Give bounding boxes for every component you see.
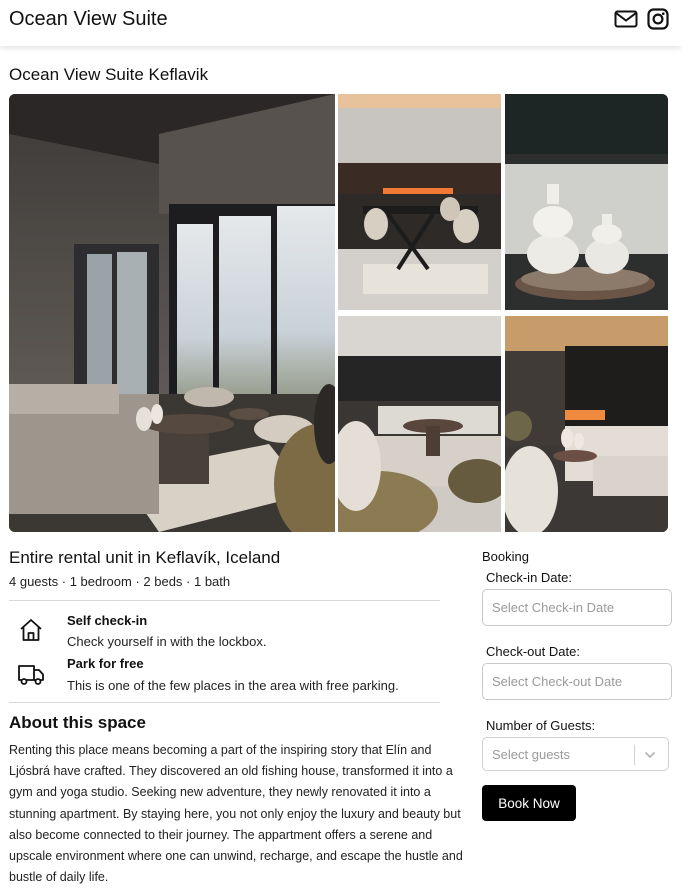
select-separator: [634, 745, 635, 765]
booking-heading: Booking: [482, 549, 529, 564]
unit-summary: 4 guests · 1 bedroom · 2 beds · 1 bath: [9, 574, 231, 589]
social-links: [614, 8, 669, 30]
guests-label: Number of Guests:: [486, 718, 596, 733]
brand-title[interactable]: Ocean View Suite: [9, 8, 168, 31]
lounge-area-photo[interactable]: [505, 316, 668, 532]
checkout-date-input[interactable]: [482, 663, 672, 700]
photo-gallery: [9, 94, 668, 532]
unit-title: Entire rental unit in Keflavík, Iceland: [9, 548, 281, 567]
checkin-date-input[interactable]: [482, 589, 672, 626]
mail-icon[interactable]: [614, 8, 638, 30]
feature-title-parking: Park for free: [67, 656, 144, 671]
guests-select-placeholder: Select guests: [492, 747, 571, 762]
listing-title: Ocean View Suite Keflavik: [9, 65, 209, 84]
feature-title-self-checkin: Self check-in: [67, 613, 148, 628]
divider: [9, 600, 440, 601]
book-now-button[interactable]: Book Now: [482, 785, 576, 821]
dining-table-photo[interactable]: [338, 94, 501, 310]
truck-icon: [17, 660, 45, 688]
checkin-label: Check-in Date:: [486, 570, 572, 585]
living-room-side-photo[interactable]: [338, 316, 501, 532]
feature-desc-parking: This is one of the few places in the are…: [67, 678, 399, 693]
white-vases-photo[interactable]: [505, 94, 668, 310]
instagram-icon[interactable]: [647, 8, 669, 30]
feature-desc-self-checkin: Check yourself in with the lockbox.: [67, 634, 267, 649]
living-room-main-photo[interactable]: [9, 94, 335, 532]
top-bar: Ocean View Suite: [0, 0, 682, 46]
checkout-label: Check-out Date:: [486, 644, 580, 659]
chevron-down-icon[interactable]: [643, 748, 657, 767]
divider: [9, 702, 440, 703]
about-text: Renting this place means becoming a part…: [9, 743, 463, 885]
home-icon: [17, 616, 45, 644]
guests-select[interactable]: Select guests: [482, 737, 669, 771]
about-heading: About this space: [9, 713, 146, 732]
